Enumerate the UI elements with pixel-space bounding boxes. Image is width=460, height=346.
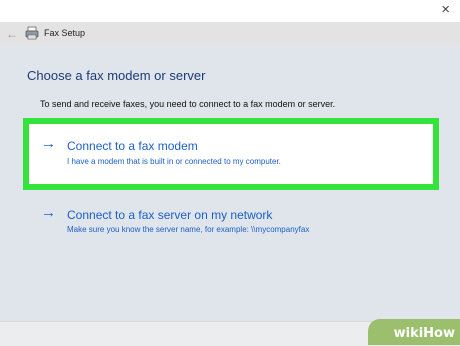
option-subtitle: I have a modem that is built in or conne… — [67, 157, 281, 166]
arrow-right-icon: → — [41, 135, 56, 152]
title-bar: × — [0, 0, 460, 23]
arrow-right-icon: → — [41, 204, 56, 221]
fax-icon — [25, 26, 39, 40]
page-title: Fax Setup — [44, 28, 86, 38]
wizard-header: ← Fax Setup — [0, 23, 460, 46]
option-subtitle: Make sure you know the server name, for … — [67, 225, 310, 234]
fax-setup-window: × ← Fax Setup Choose a fax modem or serv… — [0, 0, 460, 346]
option-title[interactable]: Connect to a fax modem — [67, 139, 198, 153]
option-title[interactable]: Connect to a fax server on my network — [67, 208, 272, 222]
wikihow-watermark: wikiHow — [368, 319, 460, 345]
connect-fax-modem-option[interactable]: → Connect to a fax modem I have a modem … — [23, 118, 439, 190]
page-description: To send and receive faxes, you need to c… — [40, 99, 336, 109]
watermark-text: wikiHow — [393, 326, 455, 341]
connect-fax-server-option[interactable]: → Connect to a fax server on my network … — [26, 201, 436, 267]
close-icon[interactable]: × — [441, 1, 450, 19]
page-heading: Choose a fax modem or server — [27, 68, 206, 83]
wizard-content: Choose a fax modem or server To send and… — [0, 46, 460, 321]
back-arrow-icon[interactable]: ← — [6, 26, 18, 42]
